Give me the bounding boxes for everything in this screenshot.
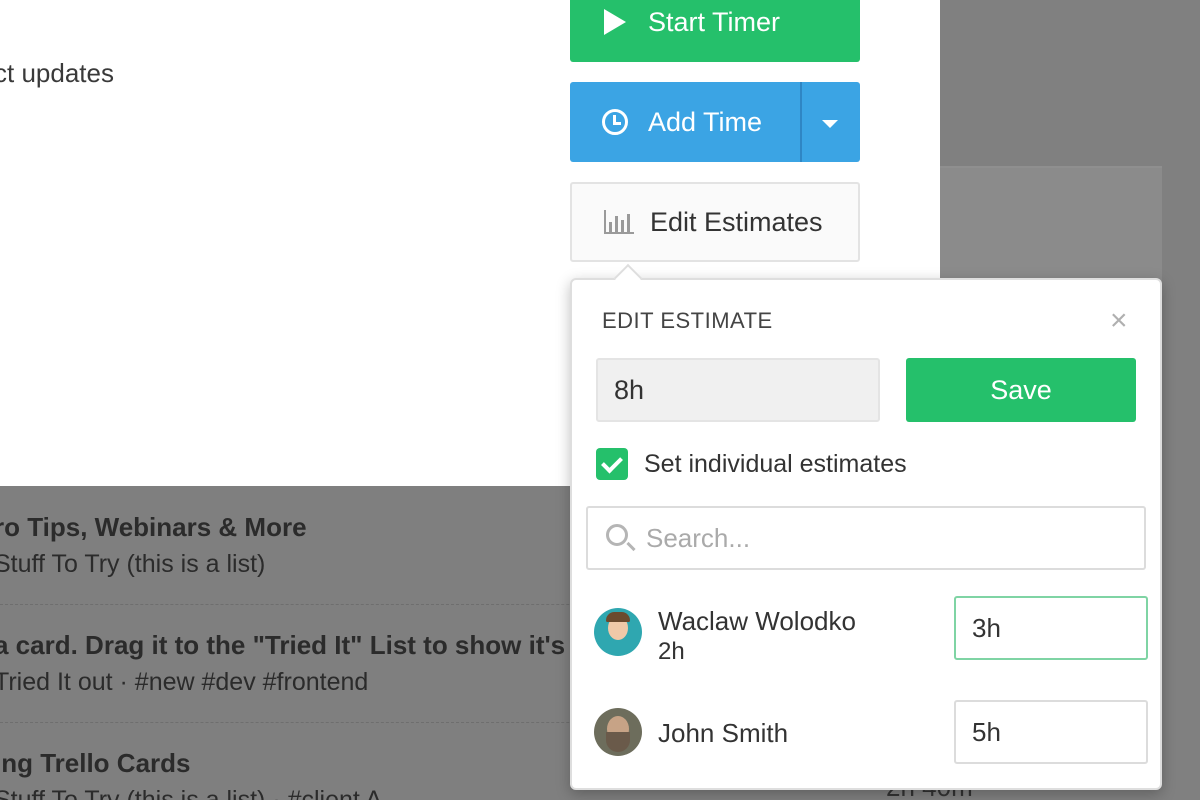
edit-estimates-label: Edit Estimates xyxy=(650,206,823,237)
edit-estimates-button[interactable]: Edit Estimates xyxy=(570,182,860,262)
list-item-meta: Stuff To Try (this is a list) · #client … xyxy=(0,786,383,800)
play-icon xyxy=(604,9,626,35)
estimate-input[interactable] xyxy=(596,358,880,422)
summary-box: E i 4m xyxy=(932,166,1162,430)
edit-estimate-popover: EDIT ESTIMATE × Save Set individual esti… xyxy=(570,278,1162,790)
search-icon xyxy=(606,524,628,546)
bar-chart-icon xyxy=(604,210,634,234)
user-row-waclaw: Waclaw Wolodko 2h xyxy=(594,596,1148,668)
list-item-title: a card. Drag it to the "Tried It" List t… xyxy=(0,630,566,660)
card-description: ct updates xyxy=(0,58,114,88)
clock-icon xyxy=(602,109,628,135)
list-item-meta: Tried It out · #new #dev #frontend xyxy=(0,668,369,696)
split-divider xyxy=(800,82,802,162)
user-row-john: John Smith xyxy=(594,700,1148,772)
search-field[interactable] xyxy=(586,506,1146,570)
search-input[interactable] xyxy=(646,518,1126,558)
list-item-title: ing Trello Cards xyxy=(0,748,191,778)
user-logged-time: 2h xyxy=(658,638,685,665)
start-timer-label: Start Timer xyxy=(648,6,781,37)
add-time-button[interactable]: Add Time xyxy=(570,82,860,162)
user-name: John Smith xyxy=(658,718,789,748)
chevron-down-icon[interactable] xyxy=(822,120,838,128)
user-estimate-input[interactable] xyxy=(954,700,1148,764)
avatar xyxy=(594,708,642,756)
individual-estimates-label: Set individual estimates xyxy=(644,449,907,478)
add-time-label: Add Time xyxy=(648,106,763,137)
save-button[interactable]: Save xyxy=(906,358,1136,422)
close-icon[interactable]: × xyxy=(1110,306,1128,336)
checkmark-icon[interactable] xyxy=(596,448,628,480)
start-timer-button[interactable]: Start Timer xyxy=(570,0,860,62)
user-estimate-input[interactable] xyxy=(954,596,1148,660)
individual-estimates-toggle[interactable]: Set individual estimates xyxy=(596,448,907,480)
list-item-title: ro Tips, Webinars & More xyxy=(0,512,307,542)
user-name: Waclaw Wolodko xyxy=(658,606,856,636)
popover-title: EDIT ESTIMATE xyxy=(602,308,773,333)
list-item-meta: Stuff To Try (this is a list) xyxy=(0,550,266,578)
avatar xyxy=(594,608,642,656)
